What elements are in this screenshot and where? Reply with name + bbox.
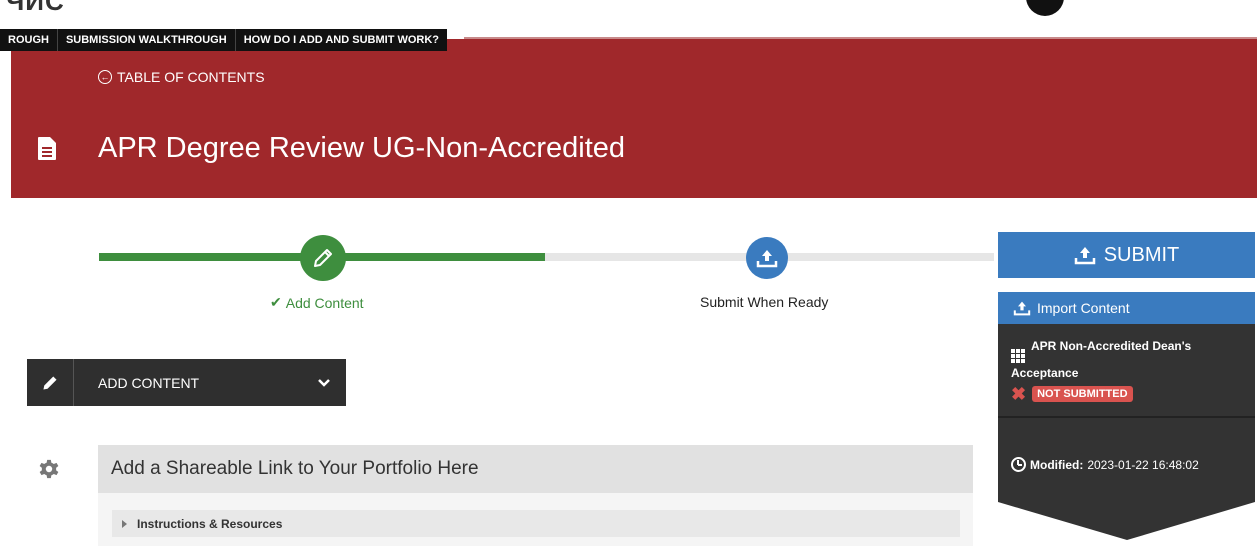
logo[interactable]: ЧИС <box>6 0 65 17</box>
requirement-item[interactable]: APR Non-Accredited Dean's Acceptance ✖ N… <box>998 324 1255 403</box>
caret-right-icon <box>122 519 127 528</box>
modified-label: Modified: <box>1030 457 1084 472</box>
clock-icon <box>1011 457 1026 472</box>
step1-text: Add Content <box>285 294 364 311</box>
gear-icon[interactable] <box>38 458 60 480</box>
submit-label: SUBMIT <box>1103 243 1180 266</box>
step-submit[interactable] <box>746 237 788 279</box>
x-icon: ✖ <box>1011 384 1027 404</box>
requirements-panel: Import Content APR Non-Accredited Dean's… <box>998 292 1255 502</box>
help-link-submission-walkthrough[interactable]: SUBMISSION WALKTHROUGH <box>58 29 236 51</box>
checkmark-icon: ✔ <box>270 294 282 310</box>
title-banner: ← TABLE OF CONTENTS APR Degree Review UG… <box>11 39 1257 198</box>
modified-timestamp: Modified: 2023-01-22 16:48:02 <box>1011 457 1199 472</box>
help-link-how-to-submit[interactable]: HOW DO I ADD AND SUBMIT WORK? <box>236 29 447 51</box>
pencil-icon <box>314 249 332 267</box>
upload-icon <box>1013 301 1031 316</box>
step-add-content-label: ✔ Add Content <box>270 294 364 311</box>
page: ЧИС ROUGH SUBMISSION WALKTHROUGH HOW DO … <box>0 0 1257 546</box>
help-link-walkthrough[interactable]: ROUGH <box>0 29 58 51</box>
panel-divider <box>998 416 1255 418</box>
pencil-icon <box>27 359 74 406</box>
instructions-label: Instructions & Resources <box>137 516 283 531</box>
modified-value: 2023-01-22 16:48:02 <box>1087 457 1199 472</box>
user-avatar[interactable] <box>1026 0 1064 16</box>
section-body: Instructions & Resources <box>98 493 973 546</box>
panel-arrow <box>998 502 1255 540</box>
import-content-button[interactable]: Import Content <box>998 292 1255 324</box>
help-links-bar: ROUGH SUBMISSION WALKTHROUGH HOW DO I AD… <box>0 29 448 51</box>
step-add-content[interactable] <box>300 235 346 281</box>
requirement-title: APR Non-Accredited Dean's Acceptance <box>1011 336 1243 384</box>
document-icon <box>38 137 56 160</box>
add-content-label: ADD CONTENT <box>98 374 200 391</box>
toc-label: TABLE OF CONTENTS <box>117 69 265 85</box>
upload-tray-icon <box>756 250 778 268</box>
upload-icon <box>1074 247 1095 265</box>
grid-icon <box>1011 349 1025 363</box>
status-badge: NOT SUBMITTED <box>1032 386 1133 402</box>
chevron-down-icon <box>318 378 330 387</box>
import-content-label: Import Content <box>1037 300 1130 316</box>
status-row: ✖ NOT SUBMITTED <box>1011 385 1243 403</box>
page-title: APR Degree Review UG-Non-Accredited <box>98 132 626 164</box>
requirement-title-text: APR Non-Accredited Dean's Acceptance <box>1011 339 1192 380</box>
table-of-contents-link[interactable]: ← TABLE OF CONTENTS <box>98 69 265 85</box>
back-arrow-icon: ← <box>98 70 112 84</box>
instructions-toggle[interactable]: Instructions & Resources <box>112 510 960 537</box>
step-submit-label: Submit When Ready <box>700 294 829 310</box>
add-content-dropdown[interactable]: ADD CONTENT <box>27 359 346 406</box>
section-header: Add a Shareable Link to Your Portfolio H… <box>98 445 973 493</box>
submit-button[interactable]: SUBMIT <box>998 232 1255 278</box>
